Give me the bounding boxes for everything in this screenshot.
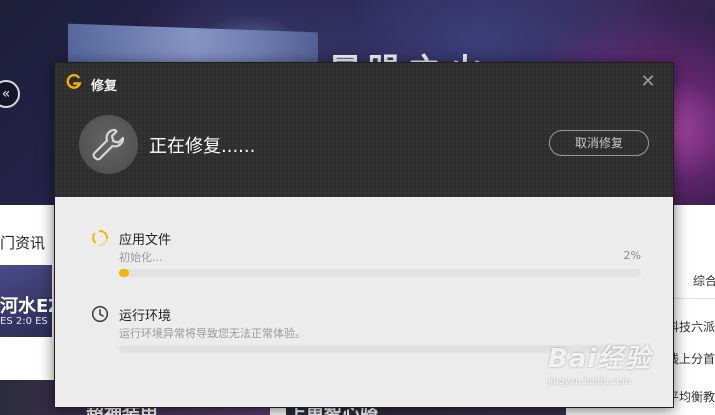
divider [667, 298, 715, 299]
watermark-logo: Bai经验 [548, 344, 652, 374]
progress-bar [119, 269, 641, 277]
progress-fill [119, 269, 130, 277]
news-card-title[interactable]: 河水EZ [0, 292, 61, 318]
task-percent: 2% [623, 249, 641, 262]
banner-prev-button[interactable]: « [0, 80, 20, 108]
dialog-header: 修复 ✕ 正在修复...... 取消修复 [55, 63, 673, 197]
close-button[interactable]: ✕ [639, 73, 657, 91]
dialog-title: 修复 [91, 79, 118, 94]
baidu-jingyan-watermark: Bai经验 jingyan.baidu.com [548, 338, 708, 408]
wrench-icon [79, 115, 138, 174]
list-item[interactable]: 科技六派 [667, 318, 715, 335]
news-card-subtitle: ES 2:0 ES [0, 316, 48, 327]
task-status: 运行环境异常将导致您无法正常体验。 [119, 327, 306, 340]
repair-status-text: 正在修复...... [149, 136, 256, 157]
cancel-repair-button[interactable]: 取消修复 [549, 130, 649, 156]
watermark-url: jingyan.baidu.com [548, 377, 632, 387]
task-title: 运行环境 [119, 309, 172, 324]
tab-general[interactable]: 综合 [693, 272, 715, 289]
clock-icon [91, 305, 109, 323]
hot-news-title: 门资讯 [0, 234, 46, 252]
app-logo-icon [66, 73, 82, 91]
task-status: 初始化... [119, 251, 163, 264]
task-title: 应用文件 [119, 233, 172, 248]
loading-spinner-icon [91, 229, 109, 247]
